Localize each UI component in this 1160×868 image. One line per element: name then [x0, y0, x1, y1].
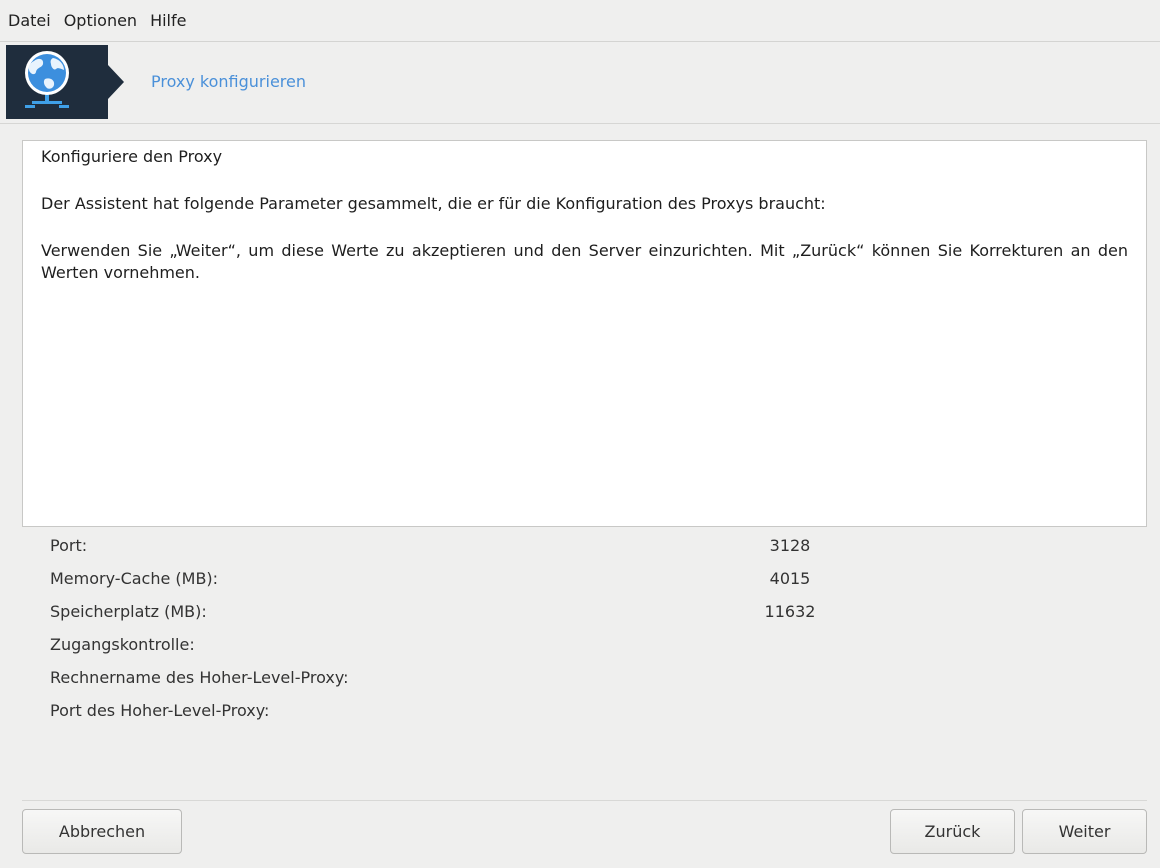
- param-label: Speicherplatz (MB):: [50, 602, 207, 621]
- button-separator: [22, 800, 1147, 801]
- param-row-upstream-host: Rechnername des Hoher-Level-Proxy:: [50, 668, 950, 701]
- param-value: 4015: [769, 569, 811, 588]
- param-row-upstream-port: Port des Hoher-Level-Proxy:: [50, 701, 950, 734]
- param-value: 3128: [769, 536, 811, 555]
- next-button[interactable]: Weiter: [1022, 809, 1147, 854]
- cancel-button[interactable]: Abbrechen: [22, 809, 182, 854]
- page-title: Proxy konfigurieren: [151, 72, 306, 91]
- summary-heading: Konfiguriere den Proxy: [41, 147, 223, 166]
- summary-panel: Konfiguriere den Proxy Der Assistent hat…: [22, 140, 1147, 527]
- globe-network-icon: [6, 45, 126, 119]
- param-row-access-control: Zugangskontrolle:: [50, 635, 950, 668]
- param-label: Rechnername des Hoher-Level-Proxy:: [50, 668, 349, 687]
- param-value: 11632: [764, 602, 816, 621]
- param-label: Port:: [50, 536, 88, 555]
- menu-bar: Datei Optionen Hilfe: [0, 0, 1160, 42]
- param-row-disk-space: Speicherplatz (MB): 11632: [50, 602, 950, 635]
- menu-optionen[interactable]: Optionen: [58, 11, 143, 30]
- param-row-memory-cache: Memory-Cache (MB): 4015: [50, 569, 950, 602]
- menu-hilfe[interactable]: Hilfe: [144, 11, 192, 30]
- menu-datei[interactable]: Datei: [2, 11, 57, 30]
- back-button[interactable]: Zurück: [890, 809, 1015, 854]
- param-label: Memory-Cache (MB):: [50, 569, 219, 588]
- param-label: Zugangskontrolle:: [50, 635, 195, 654]
- parameter-list: Port: 3128 Memory-Cache (MB): 4015 Speic…: [50, 536, 950, 734]
- param-label: Port des Hoher-Level-Proxy:: [50, 701, 270, 720]
- summary-instructions: Verwenden Sie „Weiter“, um diese Werte z…: [41, 241, 1128, 282]
- header-banner: Proxy konfigurieren: [0, 43, 1160, 124]
- summary-intro: Der Assistent hat folgende Parameter ges…: [41, 194, 826, 213]
- param-row-port: Port: 3128: [50, 536, 950, 569]
